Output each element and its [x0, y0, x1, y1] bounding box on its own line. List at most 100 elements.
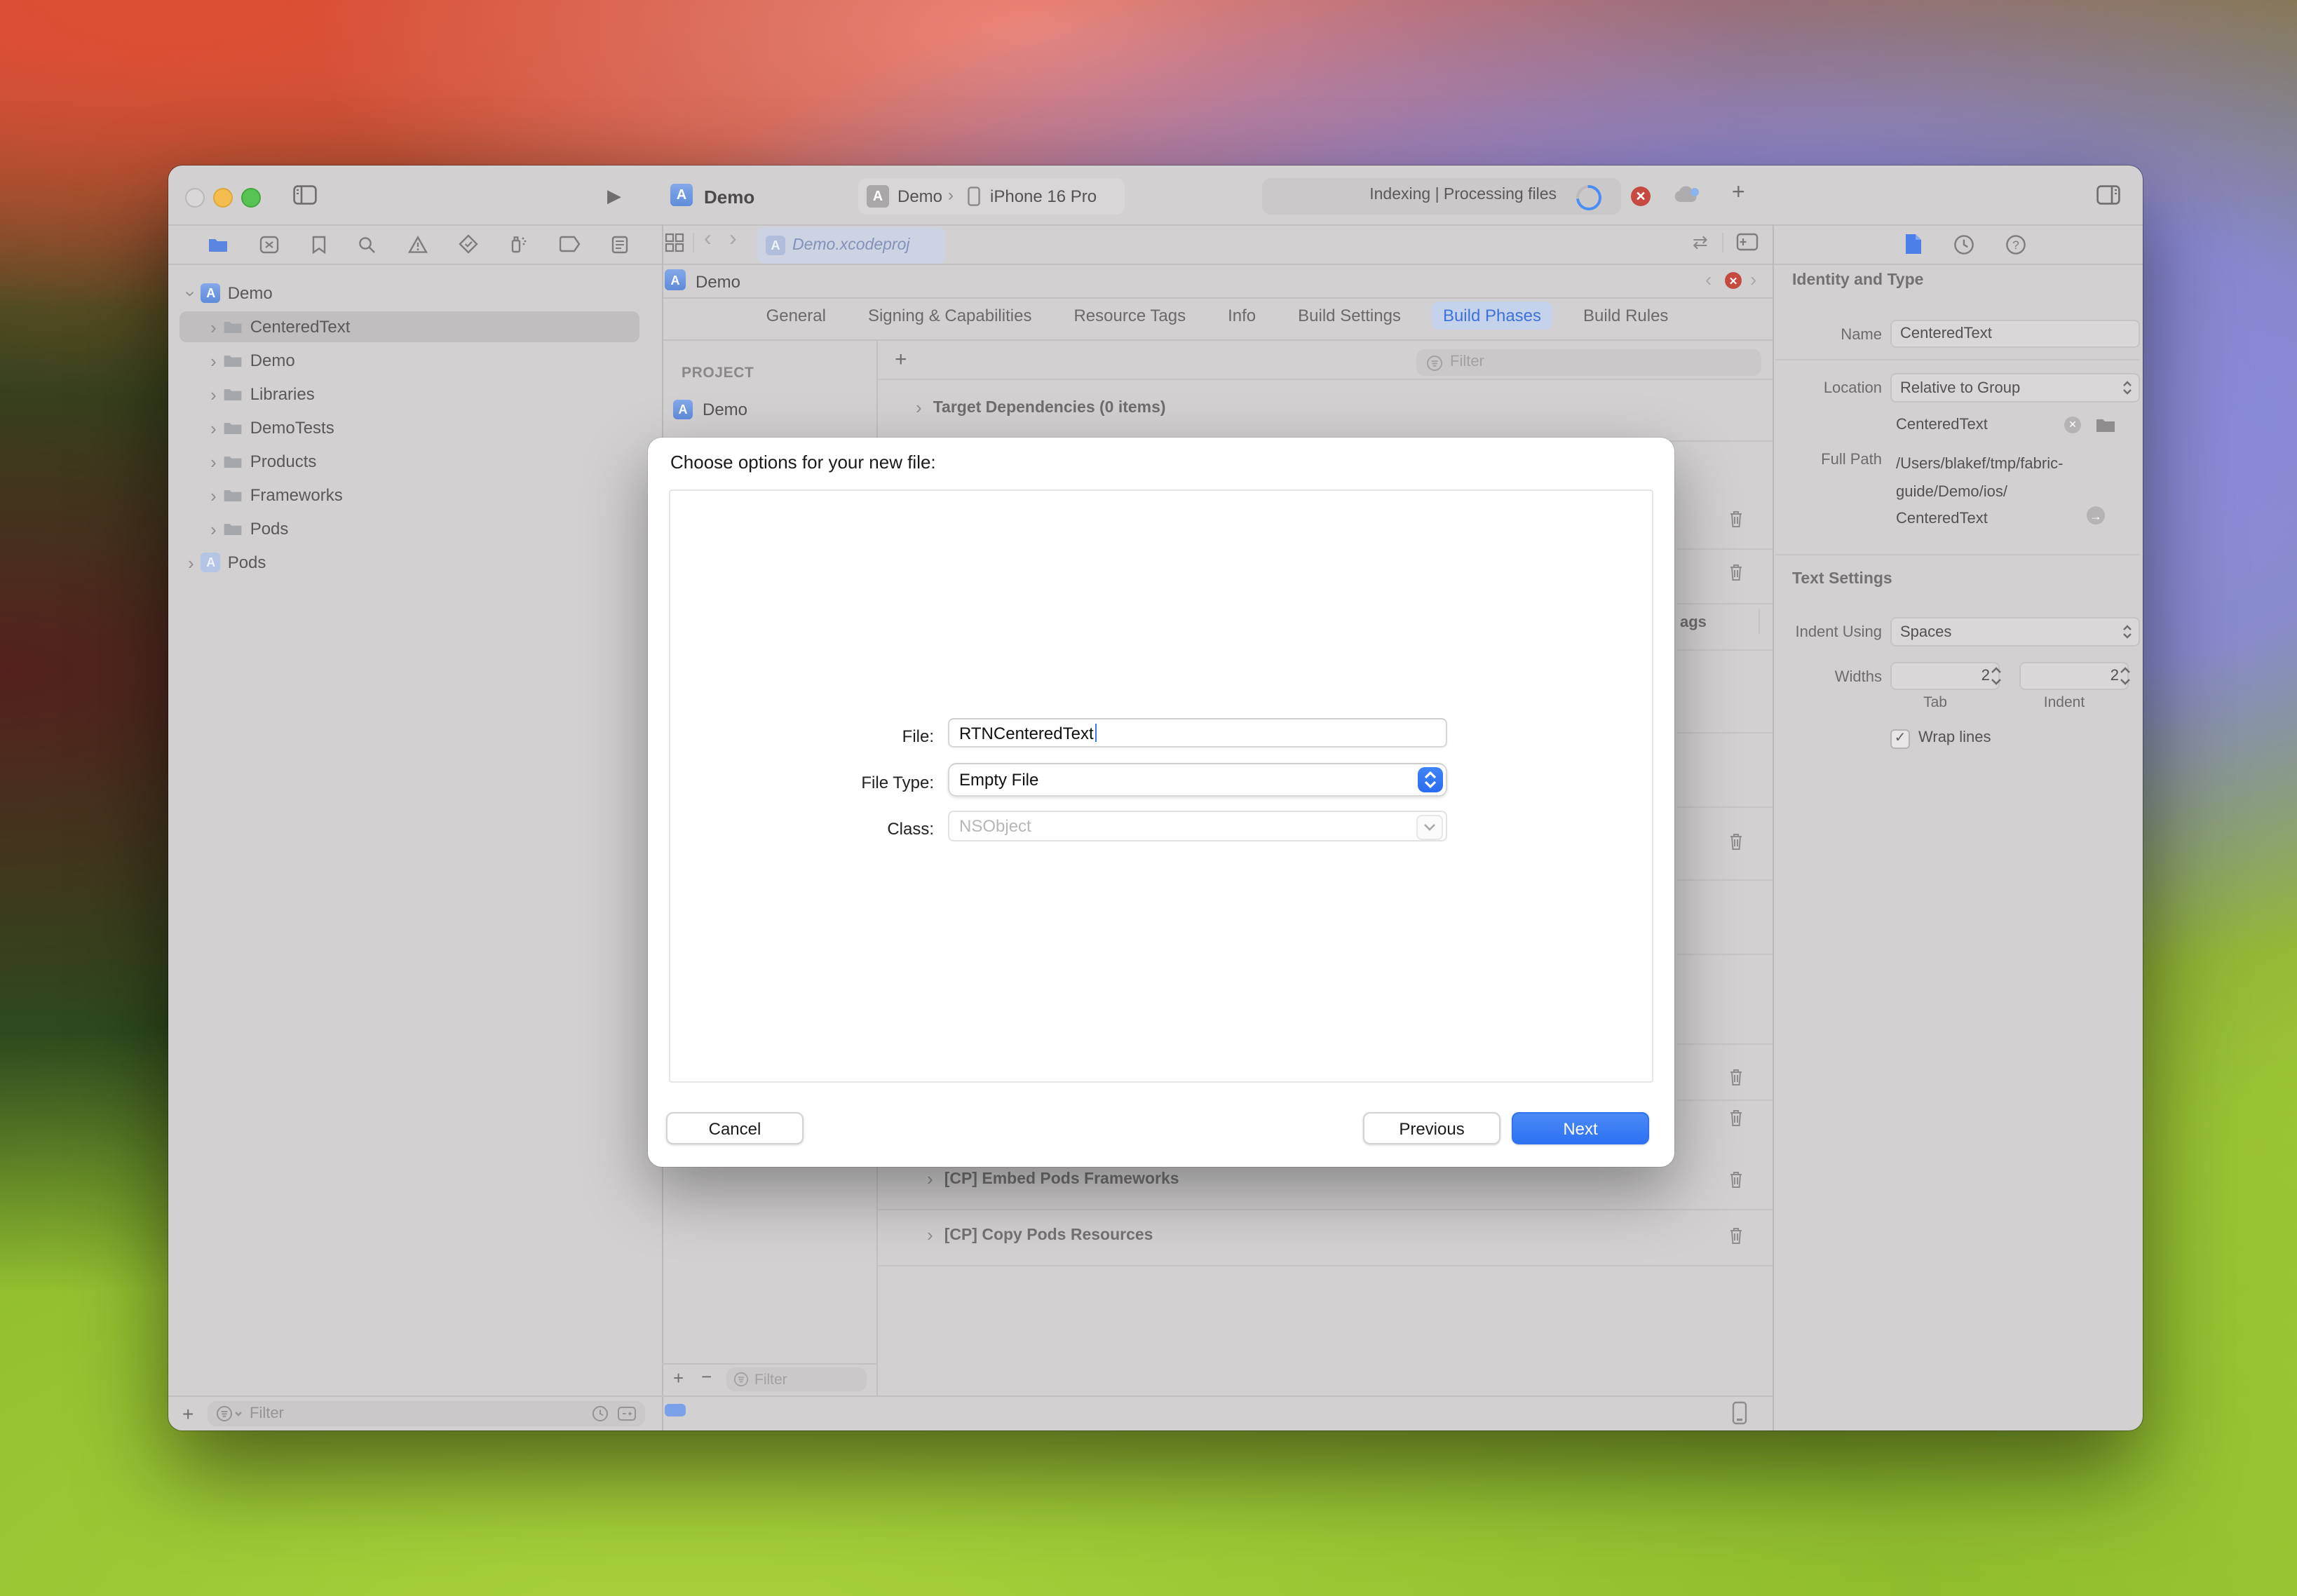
filter-placeholder[interactable]: Filter: [250, 1405, 284, 1422]
test-navigator-icon[interactable]: [459, 234, 478, 254]
history-inspector-icon[interactable]: [1953, 234, 1974, 255]
disclosure-collapsed-icon[interactable]: ›: [210, 318, 217, 336]
tab-title[interactable]: Demo.xcodeproj: [792, 237, 909, 254]
wrap-lines-label[interactable]: Wrap lines: [1918, 729, 1991, 746]
add-editor-icon[interactable]: [1736, 233, 1759, 251]
disclosure-collapsed-icon[interactable]: ›: [916, 398, 922, 417]
editor-inspector-divider[interactable]: [1773, 224, 1774, 1431]
delete-phase-icon[interactable]: [1728, 1108, 1744, 1128]
choose-folder-icon[interactable]: [2095, 417, 2116, 433]
tree-item-demo-group[interactable]: › Demo: [179, 345, 639, 376]
related-items-icon[interactable]: [665, 233, 684, 252]
toggle-navigator-icon[interactable]: [293, 185, 317, 205]
disclosure-collapsed-icon[interactable]: ›: [210, 419, 217, 437]
delete-phase-icon[interactable]: [1728, 509, 1744, 529]
tree-item-label[interactable]: Pods: [228, 553, 266, 572]
minimize-button[interactable]: [213, 188, 233, 208]
add-file-button[interactable]: +: [182, 1402, 194, 1425]
bookmark-navigator-icon[interactable]: [311, 235, 327, 253]
build-phase-filter-field[interactable]: Filter: [1416, 349, 1761, 376]
tree-item-label[interactable]: Demo: [228, 283, 273, 303]
navigator-filter-field[interactable]: Filter: [208, 1401, 645, 1426]
tree-item-label[interactable]: DemoTests: [250, 418, 334, 438]
tab-general[interactable]: General: [755, 302, 837, 330]
target-filter-field[interactable]: Filter: [726, 1367, 867, 1391]
cancel-button[interactable]: Cancel: [666, 1112, 804, 1144]
error-badge[interactable]: ✕: [1631, 187, 1651, 206]
open-path-arrow-icon[interactable]: →: [2087, 506, 2105, 525]
run-button[interactable]: ▶: [607, 185, 621, 208]
jumpbar-item[interactable]: Demo: [696, 272, 740, 292]
source-control-navigator-icon[interactable]: [260, 235, 280, 253]
jumpbar-back-icon[interactable]: ‹: [1705, 268, 1712, 290]
tab-build-rules[interactable]: Build Rules: [1572, 302, 1679, 330]
tree-item-pods-project[interactable]: › A Pods: [179, 547, 639, 578]
toggle-inspector-icon[interactable]: [2096, 185, 2120, 205]
class-combobox[interactable]: NSObject: [948, 811, 1447, 841]
tree-item-demotests[interactable]: › DemoTests: [179, 412, 639, 443]
tree-item-pods-group[interactable]: › Pods: [179, 513, 639, 544]
phase-title[interactable]: [CP] Embed Pods Frameworks: [944, 1170, 1179, 1187]
embed-pods-frameworks-row[interactable]: › [CP] Embed Pods Frameworks: [927, 1170, 1179, 1188]
tree-item-demo-project[interactable]: › A Demo: [179, 278, 639, 309]
indent-width-field[interactable]: 2: [2019, 662, 2129, 690]
disclosure-collapsed-icon[interactable]: ›: [210, 520, 217, 538]
back-icon[interactable]: ‹: [704, 227, 712, 252]
add-build-phase-button[interactable]: +: [895, 348, 907, 372]
scheme-selector[interactable]: A Demo › iPhone 16 Pro: [858, 178, 1125, 215]
tab-resource-tags[interactable]: Resource Tags: [1062, 302, 1197, 330]
editor-options-device-icon[interactable]: [1730, 1401, 1749, 1425]
delete-phase-icon[interactable]: [1728, 562, 1744, 582]
disclosure-collapsed-icon[interactable]: ›: [210, 351, 217, 370]
scheme-device-label[interactable]: iPhone 16 Pro: [990, 187, 1097, 206]
project-list-item[interactable]: A Demo: [673, 400, 747, 419]
scheme-target-label[interactable]: Demo: [897, 187, 942, 206]
tree-item-label[interactable]: Pods: [250, 519, 289, 539]
add-tab-button[interactable]: +: [1732, 181, 1745, 206]
tab-signing[interactable]: Signing & Capabilities: [857, 302, 1043, 330]
name-field[interactable]: CenteredText: [1890, 320, 2140, 348]
recent-files-icon[interactable]: [592, 1405, 609, 1422]
add-target-button[interactable]: +: [673, 1367, 684, 1388]
copy-pods-resources-row[interactable]: › [CP] Copy Pods Resources: [927, 1226, 1153, 1244]
forward-icon[interactable]: ›: [729, 227, 737, 252]
filter-placeholder[interactable]: Filter: [754, 1371, 787, 1388]
wrap-lines-checkbox[interactable]: ✓: [1890, 729, 1910, 749]
find-navigator-icon[interactable]: [358, 235, 376, 253]
tree-item-label[interactable]: Frameworks: [250, 485, 343, 505]
project-item-label[interactable]: Demo: [703, 400, 747, 419]
tree-item-frameworks[interactable]: › Frameworks: [179, 480, 639, 510]
swap-editor-icon[interactable]: ⇄: [1693, 231, 1708, 254]
issue-navigator-icon[interactable]: [407, 235, 427, 253]
report-navigator-icon[interactable]: [611, 235, 628, 253]
next-button[interactable]: Next: [1512, 1112, 1649, 1144]
delete-phase-icon[interactable]: [1728, 832, 1744, 851]
jumpbar-error-badge[interactable]: ✕: [1725, 272, 1742, 289]
tab-build-settings[interactable]: Build Settings: [1287, 302, 1412, 330]
disclosure-collapsed-icon[interactable]: ›: [927, 1170, 933, 1188]
filter-placeholder[interactable]: Filter: [1450, 353, 1484, 370]
close-button[interactable]: [185, 188, 205, 208]
disclosure-collapsed-icon[interactable]: ›: [210, 452, 217, 471]
phase-title[interactable]: [CP] Copy Pods Resources: [944, 1226, 1153, 1243]
tree-item-centeredtext-selected[interactable]: › CenteredText: [179, 311, 639, 342]
breakpoint-navigator-icon[interactable]: [559, 236, 580, 252]
disclosure-collapsed-icon[interactable]: ›: [188, 553, 194, 572]
tree-item-label[interactable]: Demo: [250, 351, 295, 370]
file-inspector-icon[interactable]: [1904, 233, 1923, 255]
disclosure-collapsed-icon[interactable]: ›: [210, 486, 217, 504]
delete-phase-icon[interactable]: [1728, 1170, 1744, 1189]
previous-button[interactable]: Previous: [1363, 1112, 1500, 1144]
indent-using-dropdown[interactable]: Spaces: [1890, 617, 2140, 647]
remove-target-button[interactable]: −: [701, 1366, 712, 1387]
tab-width-field[interactable]: 2: [1890, 662, 2000, 690]
disclosure-expanded-icon[interactable]: ›: [182, 290, 200, 297]
tree-item-label[interactable]: CenteredText: [250, 317, 351, 337]
tree-item-libraries[interactable]: › Libraries: [179, 379, 639, 410]
tab-info[interactable]: Info: [1217, 302, 1267, 330]
tree-item-label[interactable]: Products: [250, 452, 317, 471]
disclosure-collapsed-icon[interactable]: ›: [210, 385, 217, 403]
cloud-sync-icon[interactable]: [1672, 182, 1702, 208]
clear-group-icon[interactable]: ✕: [2064, 417, 2081, 433]
source-control-status-icon[interactable]: [617, 1405, 637, 1422]
